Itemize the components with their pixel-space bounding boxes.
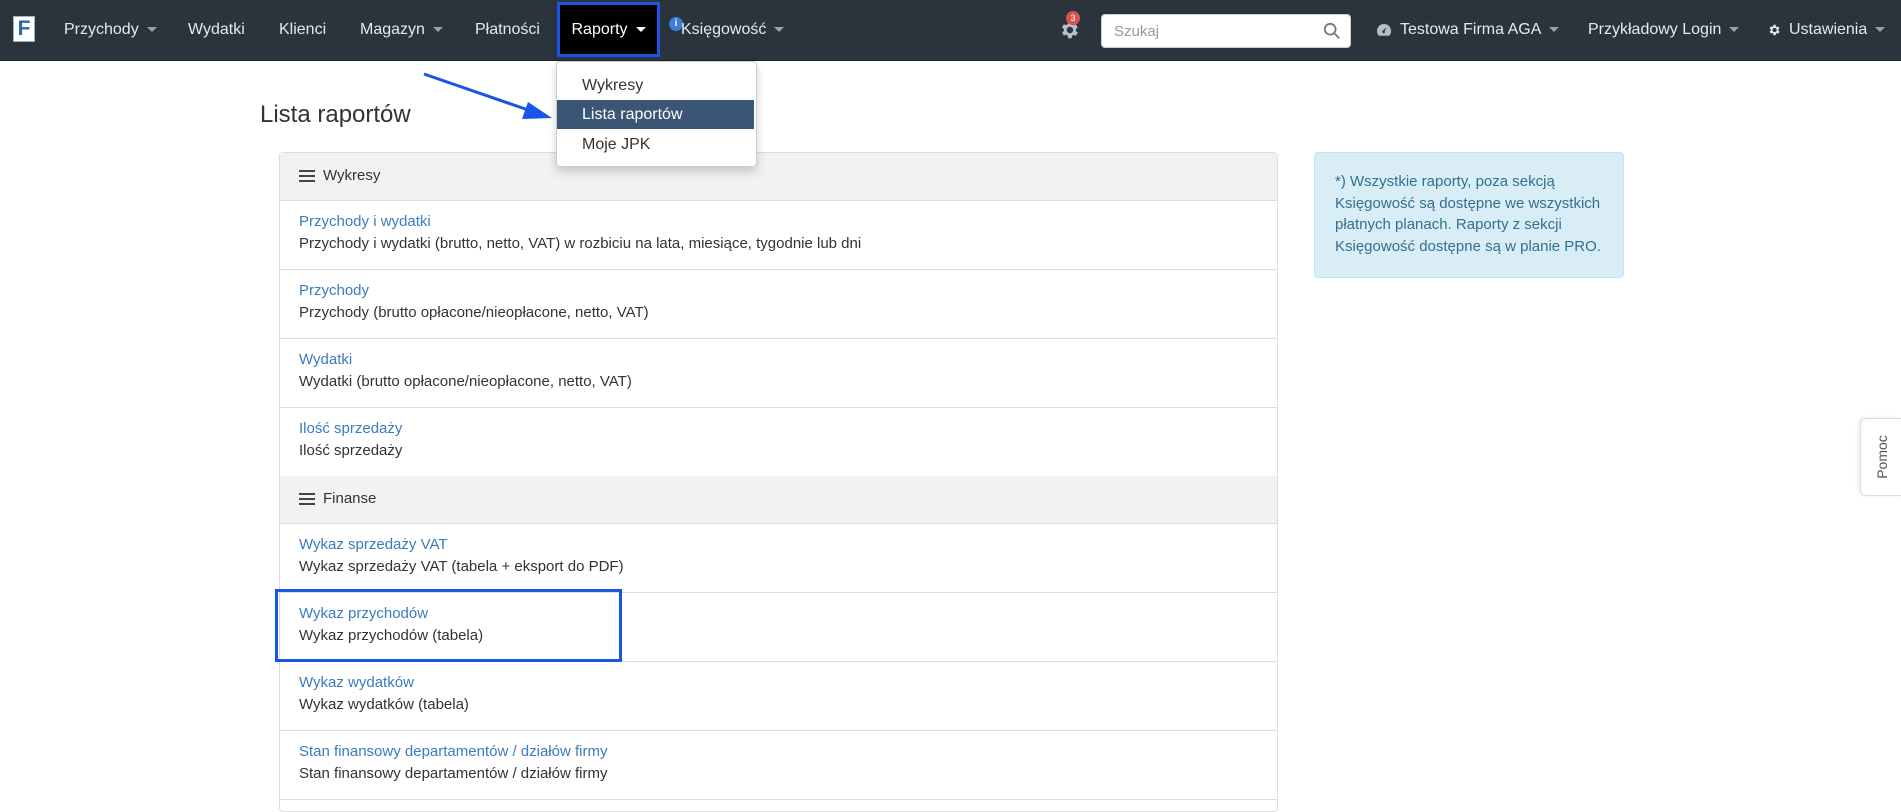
report-link[interactable]: Wykaz wydatków bbox=[299, 674, 414, 691]
top-navbar: F Przychody Wydatki Klienci Magazyn Płat… bbox=[0, 0, 1901, 61]
alert-line: *) Wszystkie raporty, poza sekcją bbox=[1335, 173, 1555, 190]
settings-label: Ustawienia bbox=[1789, 21, 1868, 38]
section-title: Finanse bbox=[323, 490, 377, 507]
alert-line: Księgowość dostępne są w planie PRO. bbox=[1335, 237, 1601, 255]
nav-ksiegowosc[interactable]: Księgowość bbox=[681, 0, 785, 60]
help-tab[interactable]: Pomoc bbox=[1860, 418, 1901, 496]
section-header-finanse: Finanse bbox=[280, 476, 1277, 524]
nav-settings[interactable]: Ustawienia bbox=[1767, 0, 1886, 60]
raporty-dropdown-menu: Wykresy Lista raportów Moje JPK bbox=[556, 61, 757, 167]
nav-wydatki-label: Wydatki bbox=[188, 21, 245, 38]
chevron-down-icon bbox=[146, 27, 157, 33]
nav-ksiegowosc-label: Księgowość bbox=[681, 21, 767, 38]
report-link[interactable]: Przychody bbox=[299, 282, 369, 299]
page-title: Lista raportów bbox=[260, 101, 411, 128]
user-login: Przykładowy Login bbox=[1588, 21, 1722, 38]
report-description: Wykaz sprzedaży VAT (tabela + eksport do… bbox=[299, 558, 624, 575]
chevron-down-icon bbox=[1549, 27, 1560, 33]
list-item: Przychody Przychody (brutto opłacone/nie… bbox=[280, 270, 1277, 339]
report-link[interactable]: Stan finansowy departamentów / działów f… bbox=[299, 743, 607, 760]
menu-item-wykresy[interactable]: Wykresy bbox=[557, 71, 754, 100]
nav-magazyn-label: Magazyn bbox=[360, 21, 425, 38]
report-link[interactable]: Przychody i wydatki bbox=[299, 213, 431, 230]
menu-item-moje-jpk[interactable]: Moje JPK bbox=[557, 130, 754, 159]
menu-item-lista-raportow[interactable]: Lista raportów bbox=[557, 100, 754, 129]
list-item: Stan finansowy departamentów / działów f… bbox=[280, 731, 1277, 800]
list-item: Wydatki Wydatki (brutto opłacone/nieopła… bbox=[280, 339, 1277, 408]
info-alert: *) Wszystkie raporty, poza sekcją Księgo… bbox=[1314, 152, 1624, 278]
list-icon bbox=[299, 493, 315, 505]
list-item: Wykaz wydatków Wykaz wydatków (tabela) bbox=[280, 662, 1277, 731]
list-item: Przychody i wydatki Przychody i wydatki … bbox=[280, 201, 1277, 270]
annotation-arrow-icon bbox=[423, 72, 552, 119]
nav-przychody-label: Przychody bbox=[64, 21, 139, 38]
nav-przychody[interactable]: Przychody bbox=[64, 0, 157, 60]
list-item: Wykaz przychodów Wykaz przychodów (tabel… bbox=[280, 593, 1277, 662]
report-link[interactable]: Wydatki bbox=[299, 351, 352, 368]
nav-raporty[interactable]: Raporty bbox=[557, 2, 660, 57]
alert-line: płatnych planach. Raporty z sekcji bbox=[1335, 216, 1562, 233]
alert-line: Księgowość są dostępne we wszystkich bbox=[1335, 194, 1601, 212]
list-item: Ilość sprzedaży Ilość sprzedaży bbox=[280, 408, 1277, 477]
section-title: Wykresy bbox=[323, 167, 381, 184]
report-description: Wykaz przychodów (tabela) bbox=[299, 627, 484, 644]
notification-count-badge: 3 bbox=[1066, 11, 1080, 25]
gear-icon bbox=[1769, 24, 1780, 36]
nav-raporty-label: Raporty bbox=[571, 21, 628, 38]
chevron-down-icon bbox=[774, 27, 785, 33]
report-link[interactable]: Wykaz przychodów bbox=[299, 605, 428, 622]
report-link[interactable]: Ilość sprzedaży bbox=[299, 420, 402, 437]
report-link[interactable]: Wykaz sprzedaży VAT bbox=[299, 536, 448, 553]
nav-user[interactable]: Przykładowy Login bbox=[1588, 0, 1740, 60]
nav-platnosci-label: Płatności bbox=[475, 21, 540, 38]
company-name: Testowa Firma AGA bbox=[1400, 21, 1542, 38]
reports-panel: Wykresy Przychody i wydatki Przychody i … bbox=[279, 152, 1278, 812]
app-logo[interactable]: F bbox=[13, 16, 35, 42]
report-description: Wykaz wydatków (tabela) bbox=[299, 696, 469, 713]
nav-wydatki[interactable]: Wydatki bbox=[188, 0, 245, 60]
search-box bbox=[1101, 14, 1351, 48]
help-tab-label: Pomoc bbox=[1873, 435, 1890, 479]
report-description: Ilość sprzedaży bbox=[299, 442, 403, 459]
chevron-down-icon bbox=[1729, 27, 1740, 33]
section-header-wykresy: Wykresy bbox=[280, 153, 1277, 201]
chevron-down-icon bbox=[432, 27, 443, 33]
nav-platnosci[interactable]: Płatności bbox=[475, 0, 540, 60]
report-description: Wydatki (brutto opłacone/nieopłacone, ne… bbox=[299, 373, 632, 390]
nav-klienci[interactable]: Klienci bbox=[279, 0, 326, 60]
search-icon[interactable] bbox=[1323, 22, 1341, 40]
nav-klienci-label: Klienci bbox=[279, 21, 327, 38]
chevron-down-icon bbox=[635, 27, 646, 33]
report-description: Przychody i wydatki (brutto, netto, VAT)… bbox=[299, 235, 862, 252]
dashboard-icon bbox=[1377, 23, 1392, 36]
search-input[interactable] bbox=[1102, 15, 1336, 47]
list-icon bbox=[299, 170, 315, 182]
list-item: Wykaz sprzedaży VAT Wykaz sprzedaży VAT … bbox=[280, 524, 1277, 593]
nav-magazyn[interactable]: Magazyn bbox=[360, 0, 443, 60]
chevron-down-icon bbox=[1875, 27, 1886, 33]
report-description: Przychody (brutto opłacone/nieopłacone, … bbox=[299, 304, 649, 321]
nav-company[interactable]: Testowa Firma AGA bbox=[1376, 0, 1560, 60]
report-description: Stan finansowy departamentów / działów f… bbox=[299, 765, 608, 782]
